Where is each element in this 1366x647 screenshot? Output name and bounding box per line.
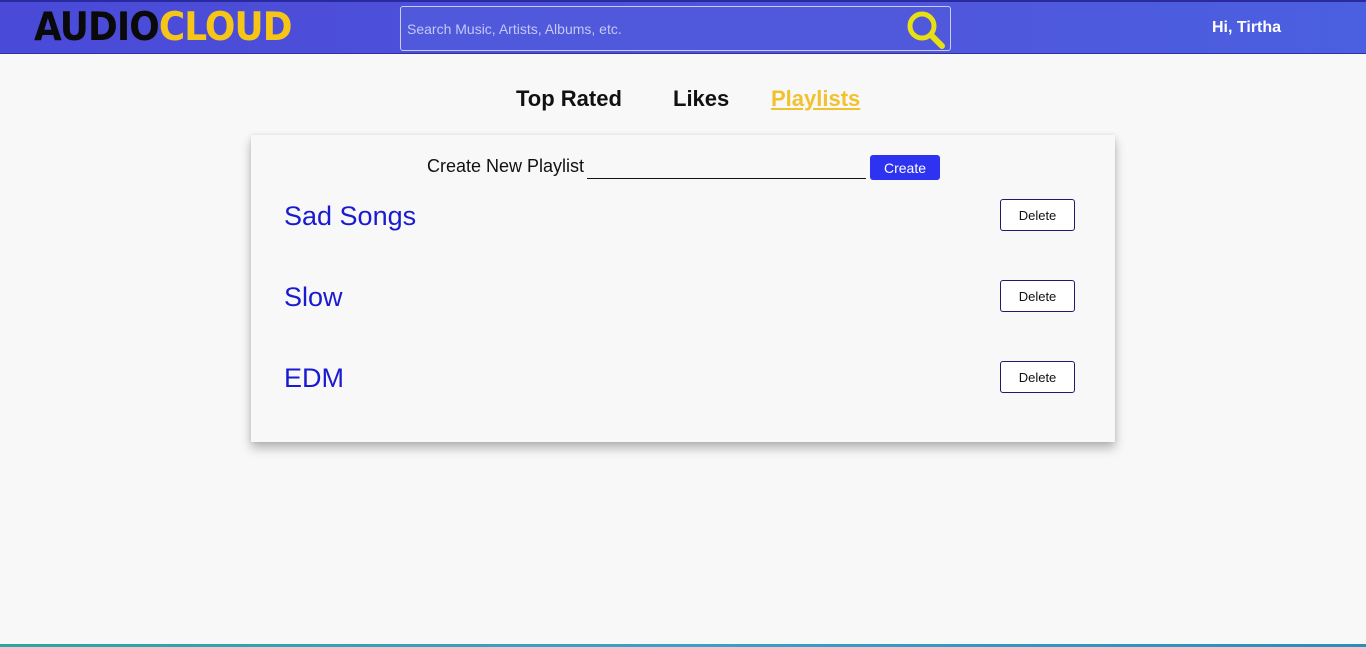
user-greeting[interactable]: Hi, Tirtha bbox=[1212, 19, 1281, 37]
logo-audio: AUDIO bbox=[34, 5, 160, 50]
playlist-name[interactable]: EDM bbox=[284, 363, 344, 394]
tab-playlists[interactable]: Playlists bbox=[771, 86, 860, 112]
search-input[interactable] bbox=[407, 7, 897, 50]
create-playlist-label: Create New Playlist bbox=[427, 156, 585, 176]
delete-playlist-button[interactable]: Delete bbox=[1000, 361, 1075, 393]
playlist-row: Slow Delete bbox=[251, 280, 1115, 320]
top-header: AUDIOCLOUD Hi, Tirtha bbox=[0, 0, 1366, 54]
playlists-card: Create New Playlist Create Sad Songs Del… bbox=[251, 135, 1115, 442]
playlist-name[interactable]: Slow bbox=[284, 282, 343, 313]
search-bar bbox=[400, 6, 951, 51]
playlist-name[interactable]: Sad Songs bbox=[284, 201, 416, 232]
search-icon[interactable] bbox=[905, 9, 947, 51]
tab-top-rated[interactable]: Top Rated bbox=[516, 86, 622, 112]
new-playlist-name-input[interactable] bbox=[587, 155, 866, 179]
playlist-row: Sad Songs Delete bbox=[251, 199, 1115, 239]
create-playlist-button[interactable]: Create bbox=[870, 155, 940, 180]
logo-cloud: CLOUD bbox=[158, 5, 293, 50]
section-tabs: Top Rated Likes Playlists bbox=[0, 86, 1366, 114]
audiocloud-logo[interactable]: AUDIOCLOUD bbox=[34, 5, 293, 50]
delete-playlist-button[interactable]: Delete bbox=[1000, 199, 1075, 231]
playlist-row: EDM Delete bbox=[251, 361, 1115, 401]
delete-playlist-button[interactable]: Delete bbox=[1000, 280, 1075, 312]
tab-likes[interactable]: Likes bbox=[673, 86, 729, 112]
